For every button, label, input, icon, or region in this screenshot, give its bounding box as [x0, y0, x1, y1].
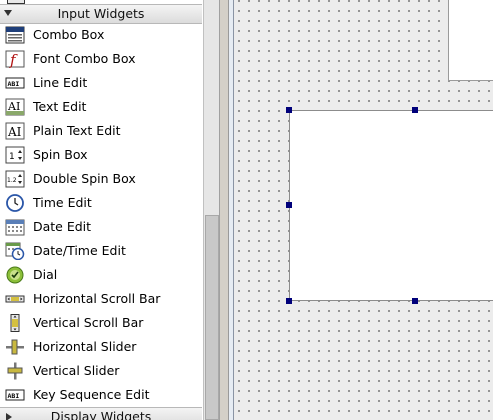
scrollbar-thumb[interactable]: [205, 215, 219, 420]
widget-box-panel: Input Widgets Combo Box f Font Combo Box…: [0, 0, 220, 420]
key-sequence-edit-icon: ABI: [5, 386, 25, 404]
resize-handle-top[interactable]: [412, 107, 418, 113]
widget-item-date-edit[interactable]: Date Edit: [0, 215, 202, 239]
plain-text-edit-icon: AI: [5, 122, 25, 140]
form-editor-area: [229, 0, 493, 420]
calendar-icon: [5, 218, 25, 236]
chevron-down-icon: [4, 10, 12, 16]
widget-item-font-combo-box[interactable]: f Font Combo Box: [0, 47, 202, 71]
double-spin-box-icon: 1.2: [5, 170, 25, 188]
widget-item-label: Horizontal Scroll Bar: [33, 291, 161, 306]
panel-splitter[interactable]: [220, 0, 229, 420]
widget-item-text-edit[interactable]: AI Text Edit: [0, 95, 202, 119]
widget-item-label: Text Edit: [33, 99, 87, 114]
widget-item-spin-box[interactable]: 1 Spin Box: [0, 143, 202, 167]
widget-item-double-spin-box[interactable]: 1.2 Double Spin Box: [0, 167, 202, 191]
svg-text:1: 1: [9, 152, 15, 162]
horizontal-slider-icon: [5, 338, 25, 356]
widget-item-label: Font Combo Box: [33, 51, 136, 66]
svg-text:ABI: ABI: [8, 392, 20, 400]
svg-text:AI: AI: [7, 125, 22, 139]
widget-box-scrollbar[interactable]: [203, 0, 219, 420]
widget-item-label: Line Edit: [33, 75, 88, 90]
widget-list: Combo Box f Font Combo Box ABI Line Edit: [0, 23, 202, 407]
text-edit-icon: AI: [5, 98, 25, 116]
widget-item-time-edit[interactable]: Time Edit: [0, 191, 202, 215]
widget-item-key-sequence-edit[interactable]: ABI Key Sequence Edit: [0, 383, 202, 407]
resize-handle-bottom[interactable]: [412, 298, 418, 304]
vertical-slider-icon: [5, 362, 25, 380]
widget-item-label: Plain Text Edit: [33, 123, 121, 138]
widget-item-label: Key Sequence Edit: [33, 387, 150, 402]
widget-item-label: Date Edit: [33, 219, 92, 234]
widget-item-label: Time Edit: [33, 195, 92, 210]
category-display-widgets[interactable]: Display Widgets: [0, 407, 202, 420]
widget-item-dial[interactable]: Dial: [0, 263, 202, 287]
svg-text:1.2: 1.2: [7, 177, 17, 184]
widget-item-label: Horizontal Slider: [33, 339, 137, 354]
resize-handle-top-left[interactable]: [286, 107, 292, 113]
widget-item-horizontal-slider[interactable]: Horizontal Slider: [0, 335, 202, 359]
dial-icon: [5, 266, 25, 284]
chevron-right-icon: [6, 413, 12, 420]
widget-item-label: Double Spin Box: [33, 171, 136, 186]
combo-box-icon: [5, 26, 25, 44]
widget-item-label: Vertical Scroll Bar: [33, 315, 144, 330]
widget-item-line-edit[interactable]: ABI Line Edit: [0, 71, 202, 95]
widget-item-vertical-scroll-bar[interactable]: Vertical Scroll Bar: [0, 311, 202, 335]
widget-item-label: Vertical Slider: [33, 363, 120, 378]
font-combo-box-icon: f: [5, 50, 25, 68]
form-canvas[interactable]: [233, 0, 493, 420]
widget-item-label: Spin Box: [33, 147, 88, 162]
widget-item-label: Date/Time Edit: [33, 243, 126, 258]
widget-item-combo-box[interactable]: Combo Box: [0, 23, 202, 47]
resize-handle-left[interactable]: [286, 202, 292, 208]
widget-item-horizontal-scroll-bar[interactable]: Horizontal Scroll Bar: [0, 287, 202, 311]
spin-box-icon: 1: [5, 146, 25, 164]
vertical-scroll-bar-icon: [5, 314, 25, 332]
widget-item-datetime-edit[interactable]: Date/Time Edit: [0, 239, 202, 263]
svg-text:AI: AI: [7, 100, 20, 113]
category-label: Display Widgets: [50, 409, 152, 420]
widget-item-vertical-slider[interactable]: Vertical Slider: [0, 359, 202, 383]
line-edit-icon: ABI: [5, 74, 25, 92]
resize-handle-bottom-left[interactable]: [286, 298, 292, 304]
category-label: Input Widgets: [57, 6, 145, 21]
widget-item-label: Combo Box: [33, 27, 105, 42]
widget-item-label: Dial: [33, 267, 58, 282]
selected-widget[interactable]: [289, 110, 493, 301]
calendar-clock-icon: [5, 242, 25, 260]
clock-icon: [5, 194, 25, 212]
horizontal-scroll-bar-icon: [5, 290, 25, 308]
svg-text:ABI: ABI: [8, 80, 20, 88]
widget-item-plain-text-edit[interactable]: AI Plain Text Edit: [0, 119, 202, 143]
category-input-widgets[interactable]: Input Widgets: [0, 4, 202, 24]
form-widget-top-right[interactable]: [448, 0, 493, 81]
